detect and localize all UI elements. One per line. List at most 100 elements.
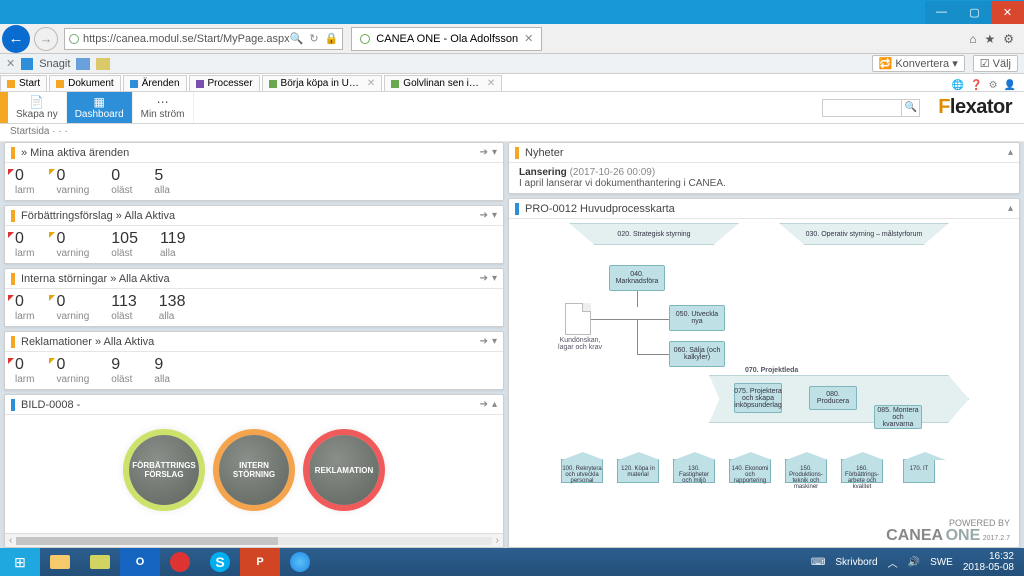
favorites-icon[interactable]: ★ xyxy=(984,32,995,46)
counter-value: 0 xyxy=(111,167,120,185)
nav-forward-button[interactable]: → xyxy=(34,27,58,51)
house-130[interactable]: 130. Fastigheter och miljö xyxy=(673,459,715,483)
house-160[interactable]: 160. Förbättrings-arbete och kvalitet xyxy=(841,459,883,483)
circle-forbattringsforslag[interactable]: FÖRBÄTTRINGS FÖRSLAG xyxy=(129,435,199,505)
dropdown-icon[interactable]: ▾ xyxy=(492,336,497,347)
valj-button[interactable]: ☑ Välj xyxy=(973,55,1018,72)
dashboard-button[interactable]: ▦Dashboard xyxy=(67,92,133,123)
process-map[interactable]: 020. Strategisk styrning 030. Operativ s… xyxy=(509,219,1019,519)
min-strom-button[interactable]: ⋯Min ström xyxy=(133,92,194,123)
counter-label: oläst xyxy=(111,185,132,196)
circle-reklamation[interactable]: REKLAMATION xyxy=(309,435,379,505)
news-title[interactable]: Lansering xyxy=(519,167,567,178)
scroll-left-icon[interactable]: ‹ xyxy=(9,535,12,546)
tab-close-icon[interactable]: ✕ xyxy=(524,32,533,45)
window-minimize-button[interactable]: — xyxy=(925,1,958,24)
node-060[interactable]: 060. Sälja (och kalkyler) xyxy=(669,341,725,367)
ribbon-accent xyxy=(0,92,8,123)
chevron-icon[interactable]: ➔ xyxy=(480,399,488,410)
horizontal-scrollbar[interactable]: ‹ › xyxy=(5,533,503,547)
dropdown-icon[interactable]: ▾ xyxy=(492,147,497,158)
search-input[interactable] xyxy=(822,99,902,117)
snagit-icon-2[interactable] xyxy=(96,58,110,70)
house-170[interactable]: 170. IT xyxy=(903,459,935,483)
chevron-icon[interactable]: ➔ xyxy=(480,336,488,347)
node-operational[interactable]: 030. Operativ styrning – målstyrforum xyxy=(779,223,949,245)
tab-dokument[interactable]: Dokument xyxy=(49,75,121,91)
node-080[interactable]: 080. Producera xyxy=(809,386,857,410)
taskbar-explorer[interactable] xyxy=(40,548,80,576)
house-150[interactable]: 150. Produktions-teknik och maskiner xyxy=(785,459,827,483)
node-075[interactable]: 075. Projektera och skapa inköpsunderlag xyxy=(734,383,782,413)
tab-processer[interactable]: Processer xyxy=(189,75,260,91)
node-040[interactable]: 040. Marknadsföra xyxy=(609,265,665,291)
snagit-icon-1[interactable] xyxy=(76,58,90,70)
window-maximize-button[interactable]: ▢ xyxy=(958,1,991,24)
house-120[interactable]: 120. Köpa in material xyxy=(617,459,659,483)
refresh-icon[interactable]: ↻ xyxy=(309,32,318,45)
doc-node[interactable] xyxy=(565,303,591,335)
circle-intern-storning[interactable]: INTERN STÖRNING xyxy=(219,435,289,505)
dropdown-icon[interactable]: ▾ xyxy=(492,210,497,221)
address-bar[interactable]: https://canea.modul.se/Start/MyPage.aspx… xyxy=(64,28,343,50)
dropdown-icon[interactable]: ▾ xyxy=(492,273,497,284)
home-icon[interactable]: ⌂ xyxy=(969,32,976,46)
help-icon[interactable]: ❓ xyxy=(970,80,982,91)
panel-title: Förbättringsförslag » Alla Aktiva xyxy=(21,210,175,222)
browser-toolbar-right: ⌂ ★ ⚙ xyxy=(969,32,1024,46)
skapa-ny-button[interactable]: 📄Skapa ny xyxy=(8,92,67,123)
clock[interactable]: 16:32 2018-05-08 xyxy=(963,551,1014,573)
taskbar-app-red[interactable] xyxy=(160,548,200,576)
collapse-icon[interactable]: ▴ xyxy=(1008,203,1013,214)
window-close-button[interactable]: ✕ xyxy=(991,1,1024,24)
address-url: https://canea.modul.se/Start/MyPage.aspx xyxy=(83,33,290,45)
house-100[interactable]: 100. Rekrytera och utveckla personal xyxy=(561,459,603,483)
chevron-icon[interactable]: ➔ xyxy=(480,147,488,158)
lang-label[interactable]: SWE xyxy=(930,557,953,568)
browser-tab[interactable]: CANEA ONE - Ola Adolfsson ✕ xyxy=(351,27,542,51)
keyboard-icon[interactable]: ⌨ xyxy=(811,557,825,568)
panel-aktiva-arenden: » Mina aktiva ärenden➔▾ 0larm 0varning 0… xyxy=(4,142,504,201)
collapse-icon[interactable]: ▴ xyxy=(1008,147,1013,158)
breadcrumb[interactable]: Startsida · · · xyxy=(0,124,1024,142)
start-button[interactable]: ⊞ xyxy=(0,548,40,576)
counter-value: 0 xyxy=(15,356,24,374)
tab-arenden[interactable]: Ärenden xyxy=(123,75,187,91)
taskbar-ie[interactable] xyxy=(280,548,320,576)
globe-icon[interactable]: 🌐 xyxy=(952,80,964,91)
house-140[interactable]: 140. Ekonomi och rapportering xyxy=(729,459,771,483)
chevron-up-icon[interactable]: ︿ xyxy=(888,555,898,570)
scroll-right-icon[interactable]: › xyxy=(496,535,499,546)
taskbar-explorer2[interactable] xyxy=(80,548,120,576)
node-085[interactable]: 085. Montera och kvarvarna xyxy=(874,405,922,429)
sound-icon[interactable]: 🔊 xyxy=(908,557,920,568)
taskbar-skype[interactable]: S xyxy=(200,548,240,576)
chevron-icon[interactable]: ➔ xyxy=(480,273,488,284)
node-strategic[interactable]: 020. Strategisk styrning xyxy=(569,223,739,245)
counter-value: 0 xyxy=(15,293,24,311)
counter-label: varning xyxy=(56,185,89,196)
nav-back-button[interactable]: ← xyxy=(2,25,30,53)
tab-borja-kopa[interactable]: Börja köpa in U…✕ xyxy=(262,75,383,91)
gear-icon[interactable]: ⚙ xyxy=(989,80,998,91)
node-050[interactable]: 050. Utveckla nya xyxy=(669,305,725,331)
taskbar-powerpoint[interactable]: P xyxy=(240,548,280,576)
lock-icon: 🔒 xyxy=(325,32,339,45)
settings-icon[interactable]: ⚙ xyxy=(1003,32,1014,46)
scroll-thumb[interactable] xyxy=(16,537,277,545)
close-icon[interactable]: ✕ xyxy=(487,78,495,89)
tab-start[interactable]: Start xyxy=(0,75,47,91)
taskbar-outlook[interactable]: O xyxy=(120,548,160,576)
close-icon[interactable]: ✕ xyxy=(367,78,375,89)
konvertera-button[interactable]: 🔁 Konvertera ▾ xyxy=(872,55,965,72)
user-icon[interactable]: 👤 xyxy=(1004,80,1016,91)
search-button[interactable]: 🔍 xyxy=(902,99,920,117)
counter-value: 0 xyxy=(56,230,65,248)
snagit-close-icon[interactable]: ✕ xyxy=(6,57,15,70)
tab-golvlinan[interactable]: Golvlinan sen i…✕ xyxy=(384,75,502,91)
news-body: I april lanserar vi dokumenthantering i … xyxy=(519,178,726,189)
expand-icon[interactable]: ▴ xyxy=(492,399,497,410)
chevron-icon[interactable]: ➔ xyxy=(480,210,488,221)
search-icon[interactable]: 🔍 xyxy=(290,32,304,45)
desktop-label[interactable]: Skrivbord xyxy=(835,557,877,568)
